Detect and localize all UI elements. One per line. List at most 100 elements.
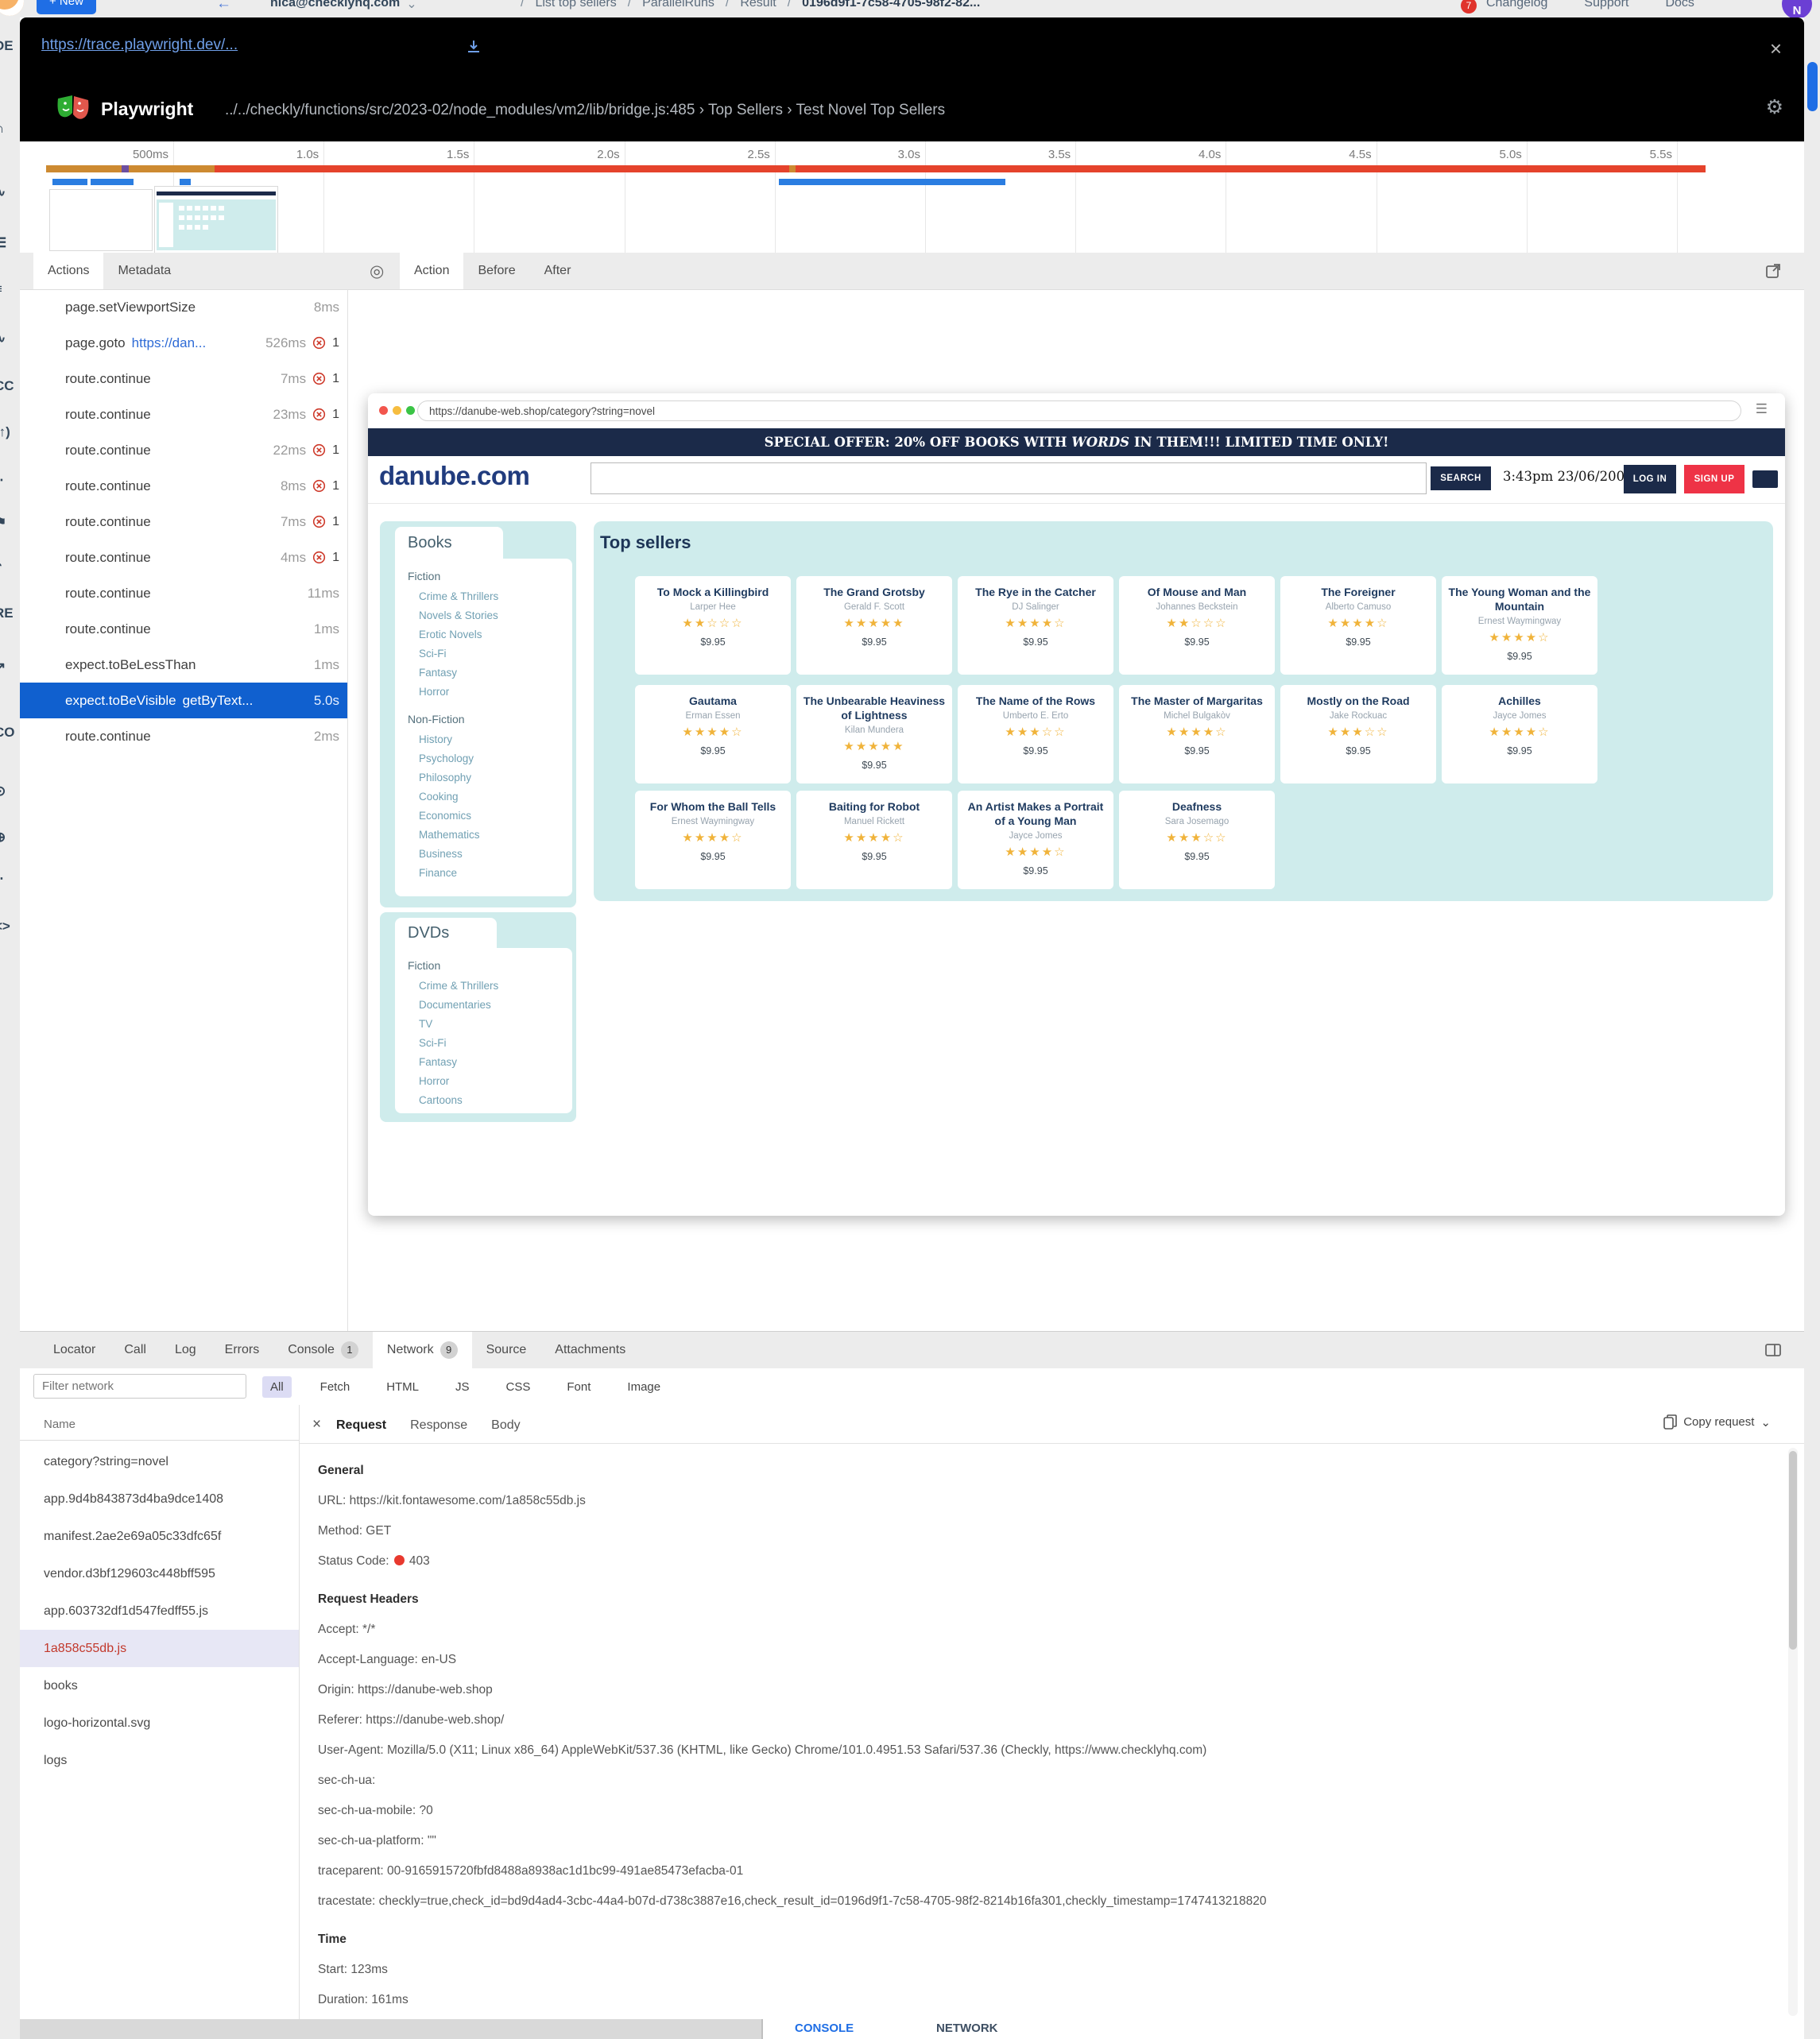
category-link[interactable]: Crime & Thrillers (419, 587, 572, 606)
action-row[interactable]: expect.toBeVisiblegetByText...5.0s (20, 683, 347, 718)
breadcrumb-item[interactable]: Result (740, 0, 776, 10)
filter-chip-html[interactable]: HTML (378, 1376, 427, 1398)
topbar-link-changelog[interactable]: Changelog (1486, 0, 1547, 10)
close-icon[interactable]: × (1770, 38, 1782, 59)
book-card[interactable]: GautamaErman Essen★★★★☆$9.95 (635, 685, 791, 783)
tab-attachments[interactable]: Attachments (540, 1332, 640, 1368)
filter-network-input[interactable] (33, 1374, 246, 1399)
login-button[interactable]: LOG IN (1624, 465, 1676, 493)
close-request-icon[interactable]: × (312, 1416, 321, 1433)
request-tab-request[interactable]: Request (336, 1418, 386, 1433)
action-row[interactable]: route.continue8ms1 (33, 468, 347, 504)
book-card[interactable]: DeafnessSara Josemago★★★☆☆$9.95 (1119, 791, 1275, 889)
network-file-row[interactable]: app.603732df1d547fedff55.js (20, 1592, 299, 1630)
new-check-button[interactable]: + New (37, 0, 96, 14)
category-link[interactable]: Erotic Novels (419, 625, 572, 644)
toggle-panel-icon[interactable] (1764, 1341, 1782, 1363)
category-link[interactable]: Business (419, 845, 572, 864)
trace-share-link[interactable]: https://trace.playwright.dev/... (41, 37, 238, 54)
target-icon[interactable]: ◎ (370, 261, 384, 281)
category-link[interactable]: Psychology (419, 749, 572, 768)
action-row[interactable]: route.continue11ms (33, 575, 347, 611)
category-link[interactable]: Novels & Stories (419, 606, 572, 625)
books-tab[interactable]: Books (395, 527, 503, 559)
copy-request-button[interactable]: Copy request ⌄ (1663, 1414, 1771, 1430)
network-file-row[interactable]: vendor.d3bf129603c448bff595 (20, 1555, 299, 1592)
search-button[interactable]: SEARCH (1431, 466, 1491, 490)
book-card[interactable]: The Grand GrotsbyGerald F. Scott★★★★★$9.… (796, 576, 952, 675)
network-file-row[interactable]: app.9d4b843873d4ba9dce1408 (20, 1480, 299, 1518)
notification-badge[interactable]: 7 (1461, 0, 1477, 14)
network-file-row[interactable]: logo-horizontal.svg (20, 1704, 299, 1742)
tab-metadata[interactable]: Metadata (103, 253, 185, 289)
browser-menu-icon[interactable]: ☰ (1756, 401, 1768, 417)
filter-chip-js[interactable]: JS (447, 1376, 478, 1398)
tab-network[interactable]: Network9 (373, 1332, 472, 1368)
category-link[interactable]: Sci-Fi (419, 644, 572, 664)
signup-button[interactable]: SIGN UP (1684, 465, 1744, 493)
action-row[interactable]: route.continue2ms (33, 718, 347, 754)
action-row[interactable]: route.continue7ms1 (33, 361, 347, 397)
gear-icon[interactable]: ⚙ (1766, 95, 1783, 119)
book-card[interactable]: The Young Woman and the MountainErnest W… (1442, 576, 1597, 675)
site-search-input[interactable] (591, 462, 1427, 494)
category-link[interactable]: TV (419, 1015, 572, 1034)
tab-console[interactable]: Console1 (273, 1332, 373, 1368)
tab-after[interactable]: After (530, 253, 586, 289)
cart-icon[interactable] (1752, 470, 1778, 488)
book-card[interactable]: An Artist Makes a Portrait of a Young Ma… (958, 791, 1113, 889)
tab-actions[interactable]: Actions (33, 253, 103, 289)
action-row[interactable]: route.continue1ms (33, 611, 347, 647)
book-card[interactable]: The Unbearable Heaviness of LightnessKil… (796, 685, 952, 783)
category-link[interactable]: Fantasy (419, 1053, 572, 1072)
open-external-icon[interactable] (1764, 262, 1782, 284)
network-file-row[interactable]: logs (20, 1742, 299, 1779)
account-menu[interactable]: nica@checklyhq.com ⌄ (270, 0, 417, 12)
category-link[interactable]: Cooking (419, 787, 572, 807)
tab-call[interactable]: Call (110, 1332, 161, 1368)
tab-log[interactable]: Log (161, 1332, 211, 1368)
category-link[interactable]: Finance (419, 864, 572, 883)
breadcrumb-item[interactable]: 0196d9f1-7c58-4705-98f2-82... (802, 0, 980, 10)
avatar[interactable]: N (1782, 0, 1812, 17)
film-thumbnail-page[interactable] (154, 186, 278, 254)
book-card[interactable]: Baiting for RobotManuel Rickett★★★★☆$9.9… (796, 791, 952, 889)
topbar-link-support[interactable]: Support (1584, 0, 1628, 10)
detail-scrollbar[interactable] (1788, 1448, 1798, 2016)
request-tab-response[interactable]: Response (410, 1418, 467, 1433)
network-file-row[interactable]: books (20, 1667, 299, 1704)
category-link[interactable]: Documentaries (419, 996, 572, 1015)
filter-chip-all[interactable]: All (262, 1376, 292, 1398)
network-file-row[interactable]: category?string=novel (20, 1443, 299, 1480)
category-link[interactable]: History (419, 730, 572, 749)
dvds-tab[interactable]: DVDs (395, 918, 497, 948)
book-card[interactable]: The Master of MargaritasMichel Bulgakòv★… (1119, 685, 1275, 783)
category-link[interactable]: Economics (419, 807, 572, 826)
book-card[interactable]: The Rye in the CatcherDJ Salinger★★★★☆$9… (958, 576, 1113, 675)
book-card[interactable]: AchillesJayce Jomes★★★★☆$9.95 (1442, 685, 1597, 783)
back-arrow-icon[interactable]: ← (216, 0, 231, 13)
scrollbar-thumb[interactable] (1789, 1451, 1797, 1650)
filter-chip-css[interactable]: CSS (498, 1376, 539, 1398)
action-row[interactable]: expect.toBeLessThan1ms (33, 647, 347, 683)
footer-network-tab[interactable]: NETWORK (936, 2022, 998, 2035)
tab-source[interactable]: Source (472, 1332, 541, 1368)
tab-action[interactable]: Action (400, 253, 463, 289)
action-row[interactable]: route.continue7ms1 (33, 504, 347, 540)
book-card[interactable]: Of Mouse and ManJohannes Beckstein★★☆☆☆$… (1119, 576, 1275, 675)
action-row[interactable]: route.continue23ms1 (33, 397, 347, 432)
filter-chip-font[interactable]: Font (559, 1376, 598, 1398)
tab-before[interactable]: Before (463, 253, 529, 289)
book-card[interactable]: Mostly on the RoadJake Rockuac★★★☆☆$9.95 (1280, 685, 1436, 783)
filter-chip-image[interactable]: Image (619, 1376, 668, 1398)
tab-errors[interactable]: Errors (211, 1332, 274, 1368)
action-link[interactable]: https://dan... (132, 335, 207, 351)
network-file-row[interactable]: 1a858c55db.js (20, 1630, 299, 1667)
category-link[interactable]: Horror (419, 1072, 572, 1091)
category-link[interactable]: Horror (419, 683, 572, 702)
download-icon[interactable] (465, 38, 482, 60)
category-link[interactable]: Sci-Fi (419, 1034, 572, 1053)
breadcrumb-item[interactable]: List top sellers (535, 0, 616, 10)
book-card[interactable]: The ForeignerAlberto Camuso★★★★☆$9.95 (1280, 576, 1436, 675)
request-tab-body[interactable]: Body (491, 1418, 520, 1433)
